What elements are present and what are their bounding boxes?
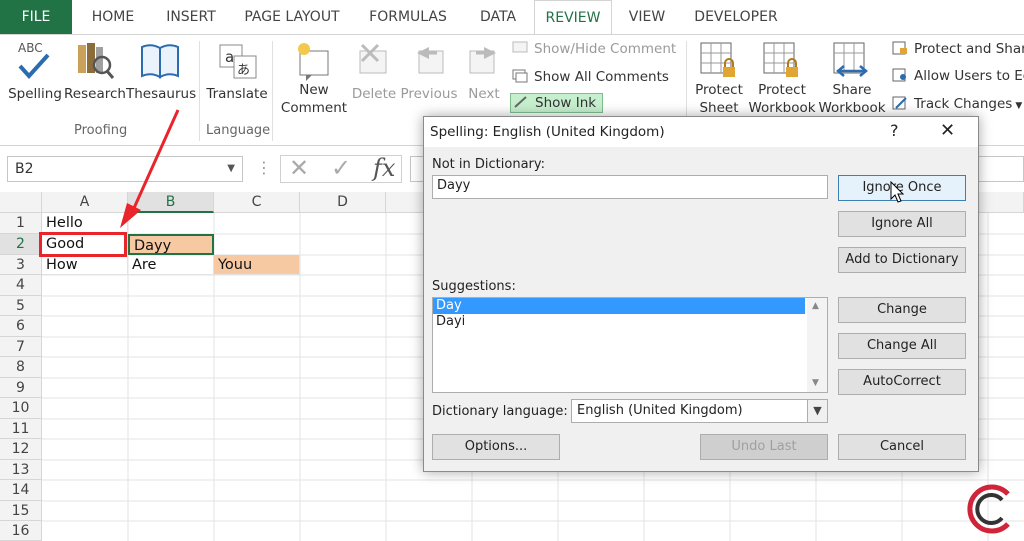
mouse-cursor-icon <box>890 181 905 203</box>
not-in-dictionary-label: Not in Dictionary: <box>432 157 546 172</box>
options-button[interactable]: Options... <box>432 434 560 460</box>
dictionary-language-select[interactable]: English (United Kingdom) ▼ <box>571 399 828 423</box>
undo-last-button[interactable]: Undo Last <box>700 434 828 460</box>
cancel-button[interactable]: Cancel <box>838 434 966 460</box>
scrollbar[interactable]: ▲ ▼ <box>807 298 827 392</box>
spelling-dialog: Spelling: English (United Kingdom) ? ✕ N… <box>423 116 979 472</box>
close-icon[interactable]: ✕ <box>940 120 955 141</box>
dialog-title-bar: Spelling: English (United Kingdom) ? ✕ <box>424 117 978 147</box>
ignore-all-button[interactable]: Ignore All <box>838 211 966 237</box>
autocorrect-button[interactable]: AutoCorrect <box>838 369 966 395</box>
chevron-down-icon[interactable]: ▼ <box>812 378 819 388</box>
change-all-button[interactable]: Change All <box>838 333 966 359</box>
dialog-title: Spelling: English (United Kingdom) <box>430 124 665 140</box>
watermark-logo-icon <box>967 484 1010 534</box>
list-item[interactable]: Dayi <box>433 314 805 330</box>
suggestions-label: Suggestions: <box>432 279 516 294</box>
not-in-dictionary-field[interactable]: Dayy <box>432 175 828 199</box>
chevron-up-icon[interactable]: ▲ <box>812 301 819 311</box>
change-button[interactable]: Change <box>838 297 966 323</box>
add-to-dictionary-button[interactable]: Add to Dictionary <box>838 247 966 273</box>
suggestions-list[interactable]: Day Dayi ▲ ▼ <box>432 297 828 393</box>
help-icon[interactable]: ? <box>890 121 899 140</box>
chevron-down-icon: ▼ <box>807 400 827 422</box>
list-item[interactable]: Day <box>433 298 805 314</box>
dictionary-language-label: Dictionary language: <box>432 404 568 419</box>
